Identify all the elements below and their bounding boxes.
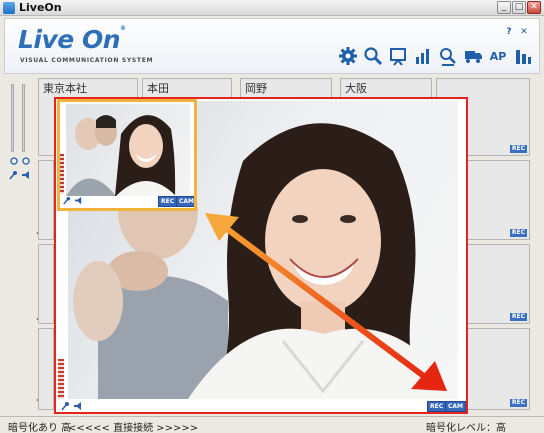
speaker-volume-slider[interactable] <box>22 84 25 152</box>
transfer-button[interactable] <box>462 45 484 67</box>
speaker-icon <box>22 171 29 179</box>
volume-sliders <box>4 78 43 413</box>
mic-icon[interactable] <box>62 196 71 205</box>
whiteboard-button[interactable] <box>387 45 409 67</box>
level-button[interactable] <box>512 45 534 67</box>
mic-volume-slider[interactable] <box>11 84 14 152</box>
minimize-button[interactable]: _ <box>497 1 511 14</box>
ap-button[interactable]: AP <box>487 45 509 67</box>
search-icon <box>364 47 383 66</box>
bar-chart-button[interactable] <box>412 45 434 67</box>
pip-video-controls: REC CAM <box>60 194 194 208</box>
rec-badge[interactable]: REC <box>509 229 527 237</box>
video-tile[interactable] <box>38 244 54 324</box>
bar-chart-icon <box>416 49 429 64</box>
help-button[interactable]: ? <box>503 26 515 38</box>
pip-video-scene <box>66 115 176 196</box>
rec-button[interactable]: REC <box>427 401 447 412</box>
speaker-icon[interactable] <box>73 401 83 411</box>
transfer-icon <box>465 51 482 63</box>
whiteboard-icon <box>390 48 406 66</box>
person-search-button[interactable] <box>437 45 459 67</box>
video-tile[interactable] <box>38 328 54 410</box>
mic-icon[interactable] <box>60 401 70 411</box>
pip-audio-level-meter <box>60 154 64 194</box>
rec-badge[interactable]: REC <box>509 145 527 153</box>
tile-name: 大阪 <box>345 82 367 95</box>
maximize-button[interactable]: □ <box>512 1 526 14</box>
header: Live On® VISUAL COMMUNICATION SYSTEM ? ✕ <box>4 18 540 74</box>
tile-name: 東京本社 <box>43 82 87 95</box>
search-button[interactable] <box>362 45 384 67</box>
tile-name: 本田 <box>147 82 169 95</box>
close-button[interactable]: ✕ <box>527 1 541 14</box>
speaker-icon[interactable] <box>74 196 83 205</box>
ap-label: AP <box>489 49 507 63</box>
pip-video-panel[interactable]: REC CAM <box>57 99 197 211</box>
status-connection: <<<<< 直接接続 >>>>> <box>68 423 199 433</box>
status-encryption-level: 暗号化レベル：高 <box>426 423 506 433</box>
logo-trademark: ® <box>120 25 126 32</box>
title-bar: LiveOn _ □ ✕ <box>0 0 544 16</box>
level-icon <box>516 50 531 64</box>
main-video-controls: REC CAM <box>56 399 466 412</box>
audio-level-meter <box>58 359 64 399</box>
gear-icon <box>339 47 357 65</box>
person-search-icon <box>440 48 456 66</box>
rec-button[interactable]: REC <box>158 196 178 207</box>
swap-arrow-icon <box>205 213 447 391</box>
rec-badge[interactable]: REC <box>509 313 527 321</box>
cam-button[interactable]: CAM <box>176 196 194 207</box>
logo: Live On® <box>18 25 126 54</box>
mic-icon <box>9 171 17 180</box>
pip-video-image <box>66 104 190 196</box>
video-tile[interactable] <box>38 160 54 240</box>
tagline: VISUAL COMMUNICATION SYSTEM <box>20 57 154 64</box>
rec-badge[interactable]: REC <box>509 399 527 407</box>
tile-name: 岡野 <box>245 82 267 95</box>
window-title: LiveOn <box>19 1 62 14</box>
status-bar: 暗号化あり 高 <<<<< 直接接続 >>>>> 暗号化レベル：高 <box>0 416 544 433</box>
app-icon <box>3 2 15 14</box>
settings-button[interactable] <box>337 45 359 67</box>
slider-knobs[interactable] <box>8 156 32 166</box>
status-encryption: 暗号化あり 高 <box>8 423 72 433</box>
header-close-button[interactable]: ✕ <box>518 26 530 38</box>
logo-text: Live On <box>18 25 121 54</box>
cam-button[interactable]: CAM <box>445 401 466 412</box>
